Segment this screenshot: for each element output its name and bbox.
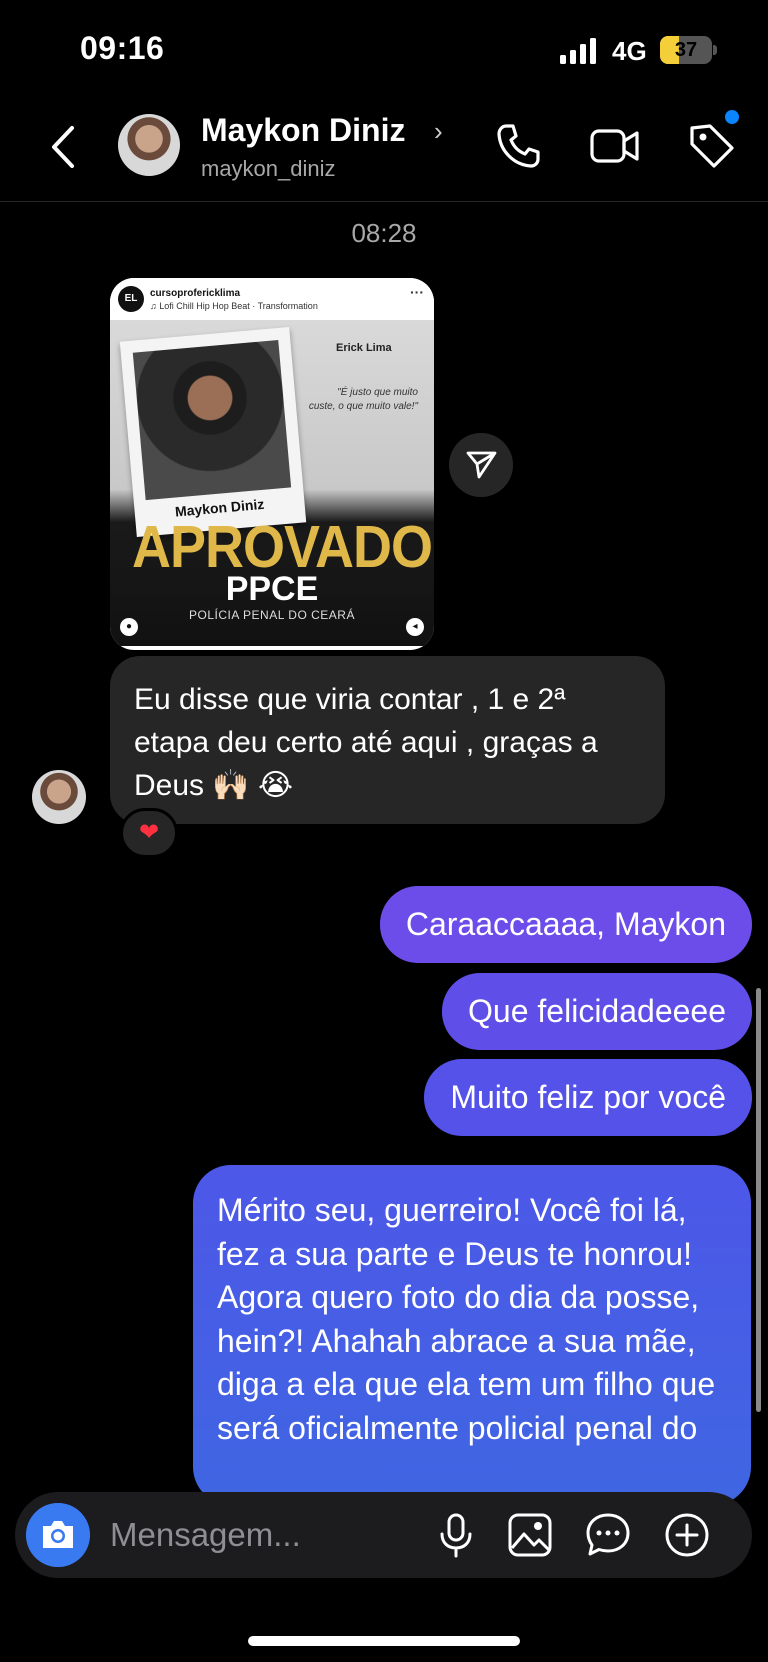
outgoing-message[interactable]: Que felicidadeeee xyxy=(442,973,752,1050)
scrollbar[interactable] xyxy=(756,988,761,1412)
post-audio-track: ♫ Lofi Chill Hip Hop Beat · Transformati… xyxy=(150,301,318,311)
chat-bubble-icon[interactable] xyxy=(585,1512,631,1558)
contact-avatar[interactable] xyxy=(118,114,180,176)
heart-reaction[interactable]: ❤ xyxy=(120,808,178,858)
chevron-right-icon[interactable]: › xyxy=(434,116,443,147)
phone-icon[interactable] xyxy=(492,120,544,172)
tag-icon[interactable] xyxy=(686,120,738,172)
contact-name[interactable]: Maykon Diniz xyxy=(201,112,405,149)
message-input[interactable] xyxy=(110,1514,420,1556)
gallery-icon[interactable] xyxy=(507,1512,553,1558)
user-tag-icon[interactable]: ● xyxy=(120,618,138,636)
post-quote: "É justo que muito custe, o que muito va… xyxy=(308,387,418,412)
battery-level: 37 xyxy=(674,39,698,61)
status-bar: 09:16 4G 37 xyxy=(0,0,768,100)
network-type: 4G xyxy=(612,36,647,66)
post-header: EL cursoproferickl​ima ♫ Lofi Chill Hip … xyxy=(110,278,434,320)
home-indicator[interactable] xyxy=(248,1636,520,1646)
microphone-icon[interactable] xyxy=(433,1512,479,1558)
contact-username: maykon_diniz xyxy=(201,156,336,181)
more-options-icon[interactable]: ··· xyxy=(410,284,424,300)
outgoing-message[interactable]: Muito feliz por você xyxy=(424,1059,752,1136)
sound-icon[interactable]: ◂ xyxy=(406,618,424,636)
signal-icon xyxy=(560,38,596,64)
chat-header: Maykon Diniz › maykon_diniz xyxy=(0,100,768,202)
outgoing-message[interactable]: Caraaccaaaa, Maykon xyxy=(379,886,752,963)
polaroid-photo: Maykon Diniz xyxy=(119,326,307,538)
back-arrow-icon[interactable] xyxy=(44,122,84,172)
shared-post-card[interactable]: EL cursoproferickl​ima ♫ Lofi Chill Hip … xyxy=(110,278,434,650)
message-timestamp: 08:28 xyxy=(351,218,417,248)
person-photo xyxy=(132,339,292,501)
post-account-logo: EL xyxy=(118,286,144,312)
add-icon[interactable] xyxy=(664,1512,710,1558)
video-call-icon[interactable] xyxy=(589,120,641,172)
camera-icon[interactable] xyxy=(26,1503,90,1567)
incoming-message[interactable]: Eu disse que viria contar , 1 e 2ª etapa… xyxy=(110,656,665,824)
message-composer xyxy=(15,1492,752,1578)
share-icon[interactable] xyxy=(449,433,513,497)
sender-avatar[interactable] xyxy=(32,770,86,824)
battery-icon: 37 xyxy=(660,36,717,64)
post-image[interactable]: Erick Lima "É justo que muito custe, o q… xyxy=(110,320,434,646)
status-time: 09:16 xyxy=(80,30,165,66)
brand-label: Erick Lima xyxy=(336,342,392,354)
notification-dot xyxy=(725,110,739,124)
exam-logo-text: PPCE xyxy=(225,570,319,608)
post-account-name[interactable]: cursoproferickl​ima xyxy=(150,288,240,299)
exam-subtitle: POLÍCIA PENAL DO CEARÁ xyxy=(189,608,355,622)
outgoing-message[interactable]: Mérito seu, guerreiro! Você foi lá, fez … xyxy=(193,1165,751,1505)
